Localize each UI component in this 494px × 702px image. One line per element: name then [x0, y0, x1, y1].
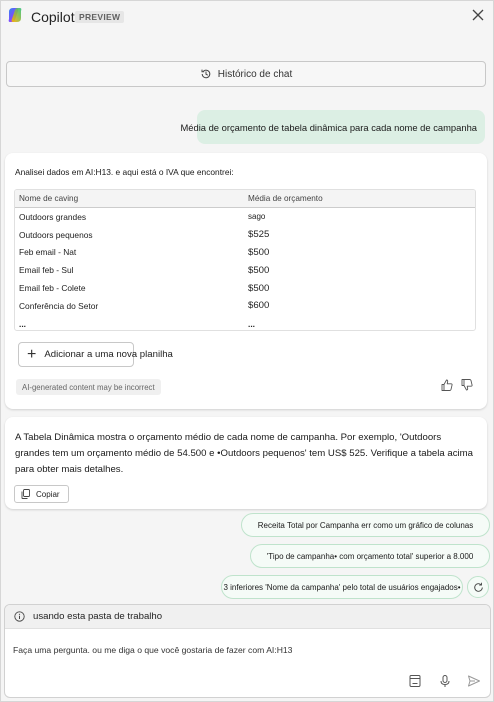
refresh-icon [473, 582, 483, 592]
thumbs-up-icon[interactable] [440, 378, 454, 392]
table-row: Email feb - Sul $500 [15, 261, 475, 279]
info-icon [14, 611, 25, 622]
copy-label: Copiar [36, 489, 60, 499]
table-header: Nome de caving Média de orçamento [15, 190, 475, 208]
prompt-guide-icon [409, 675, 421, 687]
thumbs-down-icon[interactable] [460, 378, 474, 392]
context-label: usando esta pasta de trabalho [33, 611, 163, 622]
add-to-new-sheet-label: Adicionar a uma nova planilha [44, 349, 173, 360]
table-row: Conferência do Setor $600 [15, 297, 475, 315]
table-cell: $500 [248, 264, 270, 276]
column-header: Nome de caving [19, 194, 79, 203]
table-row: Feb email - Nat $500 [15, 244, 475, 262]
suggestion-chip[interactable]: 'Tipo de campanha• com orçamento total' … [250, 544, 490, 568]
refresh-suggestions-button[interactable] [467, 576, 489, 598]
column-header: Média de orçamento [248, 194, 323, 203]
plus-icon: + [27, 345, 37, 363]
send-icon [468, 675, 480, 687]
microphone-icon [440, 675, 450, 687]
suggestion-chip[interactable]: Receita Total por Campanha err como um g… [241, 513, 490, 537]
preview-badge: PREVIEW [75, 11, 125, 23]
close-button[interactable] [469, 6, 487, 24]
table-row: Email feb - Colete $500 [15, 279, 475, 297]
add-to-new-sheet-button[interactable]: + Adicionar a uma nova planilha [18, 342, 173, 367]
copy-button[interactable]: Copiar [14, 485, 69, 503]
table-cell: $600 [248, 300, 270, 312]
ai-disclaimer: AI-generated content may be incorrect [16, 379, 161, 395]
composer: usando esta pasta de trabalho Faça uma p… [4, 604, 491, 698]
result-intro: Analisei dados em AI:H13. e aqui está o … [15, 167, 234, 177]
copy-icon [21, 489, 30, 499]
chat-history-button[interactable]: Histórico de chat [6, 61, 486, 87]
microphone-button[interactable] [438, 674, 452, 688]
send-button[interactable] [467, 674, 481, 688]
answer-card: A Tabela Dinâmica mostra o orçamento méd… [5, 417, 487, 509]
table-cell: $525 [248, 229, 270, 241]
result-table: Nome de caving Média de orçamento Outdoo… [14, 189, 476, 331]
copilot-logo-icon [8, 8, 22, 22]
answer-text: A Tabela Dinâmica mostra o orçamento méd… [15, 432, 473, 475]
table-cell: Outdoors grandes [19, 211, 87, 222]
table-cell: Outdoors pequenos [19, 229, 93, 240]
app-title: Copilot [31, 9, 75, 25]
table-row: ... ... [15, 315, 475, 330]
suggestion-chip[interactable]: 3 inferiores 'Nome da campanha' pelo tot… [221, 575, 463, 599]
table-cell: ... [19, 318, 26, 329]
table-cell: $500 [248, 246, 270, 258]
context-bar: usando esta pasta de trabalho [5, 605, 490, 629]
header: Copilot PREVIEW [1, 1, 493, 33]
table-row: Outdoors grandes sago [15, 208, 475, 226]
table-row: Outdoors pequenos $525 [15, 226, 475, 244]
copilot-pane: Copilot PREVIEW Histórico de chat Média … [0, 0, 494, 702]
table-cell: Email feb - Colete [19, 283, 86, 294]
table-cell: ... [248, 318, 255, 329]
prompt-guide-button[interactable] [408, 674, 422, 688]
chat-history-label: Histórico de chat [217, 68, 293, 80]
table-cell: $500 [248, 282, 270, 294]
result-card: Analisei dados em AI:H13. e aqui está o … [5, 153, 487, 409]
user-message: Média de orçamento de tabela dinâmica pa… [180, 110, 485, 144]
history-icon [201, 69, 210, 79]
table-cell: Feb email - Nat [19, 247, 77, 258]
table-cell: sago [248, 212, 266, 222]
close-icon [472, 9, 484, 21]
table-cell: Email feb - Sul [19, 265, 74, 276]
prompt-input[interactable]: Faça uma pergunta. ou me diga o que você… [13, 645, 292, 655]
table-cell: Conferência do Setor [19, 300, 99, 311]
